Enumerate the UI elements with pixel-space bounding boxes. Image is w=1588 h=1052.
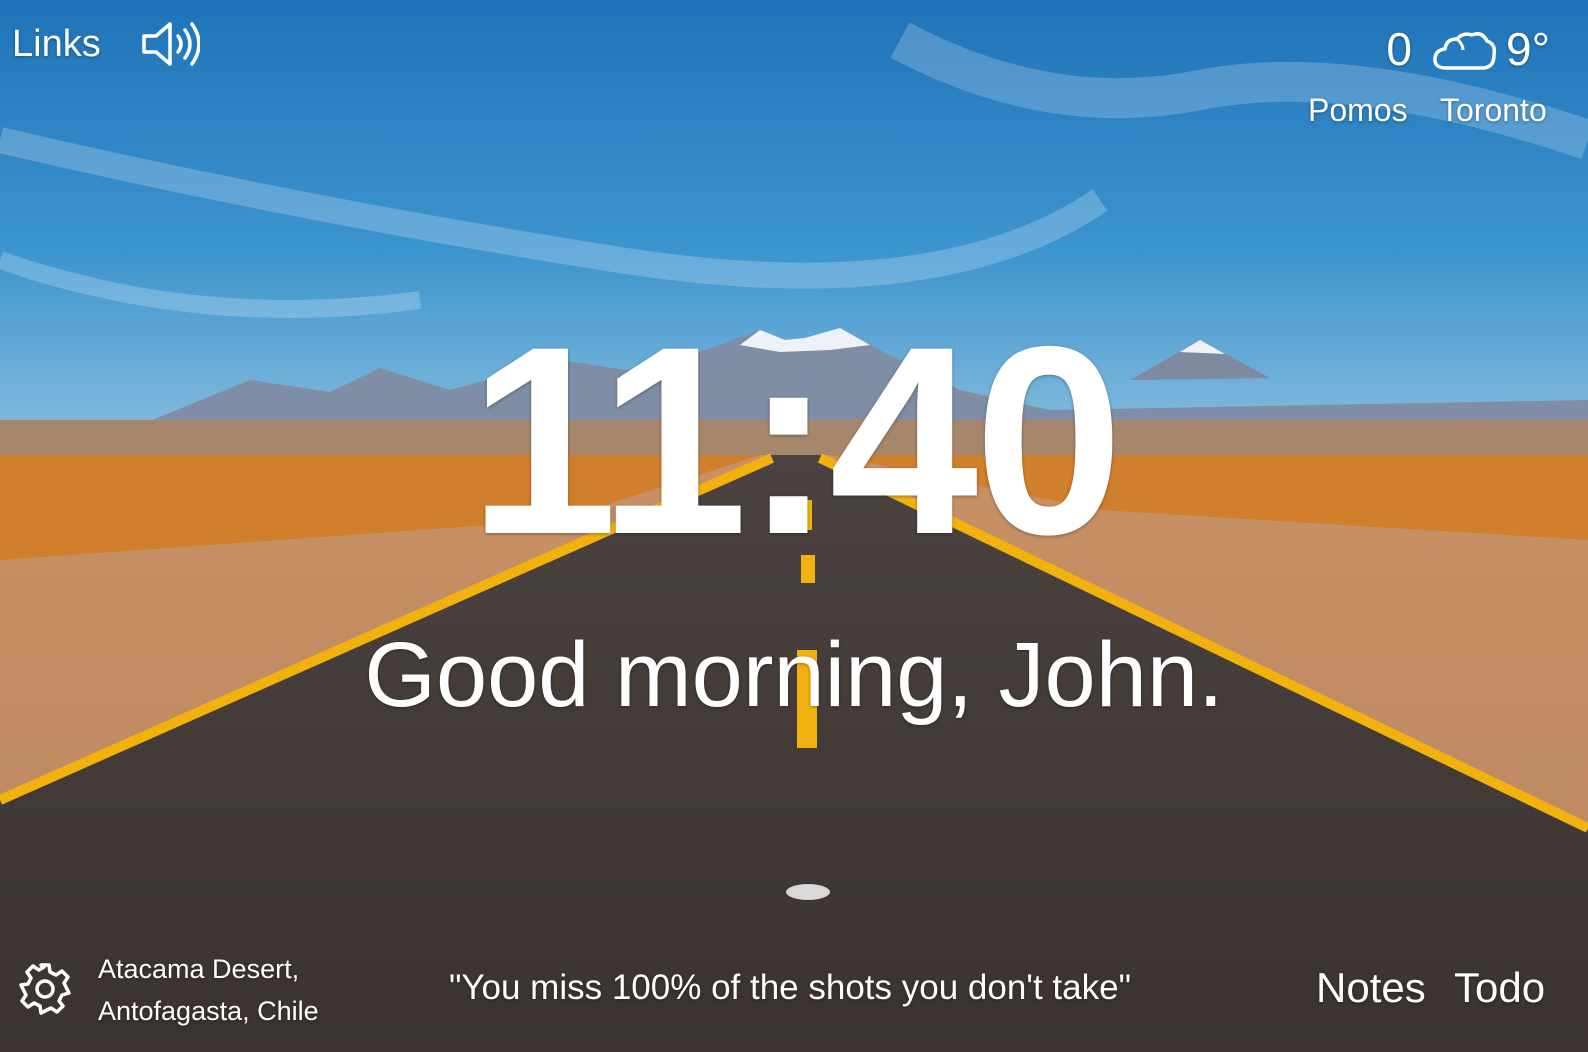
todo-button[interactable]: Todo [1454, 962, 1545, 1014]
location-line-1: Atacama Desert, [98, 954, 300, 984]
location-line-2: Antofagasta, Chile [98, 996, 319, 1026]
pomos-label[interactable]: Pomos [1308, 90, 1408, 130]
notes-button[interactable]: Notes [1316, 962, 1426, 1014]
cloud-icon [1433, 32, 1497, 70]
greeting-text: Good morning, John. [364, 624, 1224, 726]
quote-text: "You miss 100% of the shots you don't ta… [448, 968, 1132, 1007]
photo-location: Atacama Desert, Antofagasta, Chile [98, 948, 378, 1032]
speaker-volume-icon[interactable] [140, 18, 200, 70]
pomodoro-count: 0 [1386, 23, 1412, 75]
gear-icon[interactable] [16, 960, 74, 1018]
clock-time: 11:40 [468, 290, 1124, 590]
dashboard-overlay: Links 0 9° Pomos Toronto 11:40 Good morn… [0, 0, 1588, 1052]
links-button[interactable]: Links [12, 20, 101, 68]
weather-city-label: Toronto [1440, 92, 1547, 128]
temperature-value: 9° [1506, 23, 1550, 75]
